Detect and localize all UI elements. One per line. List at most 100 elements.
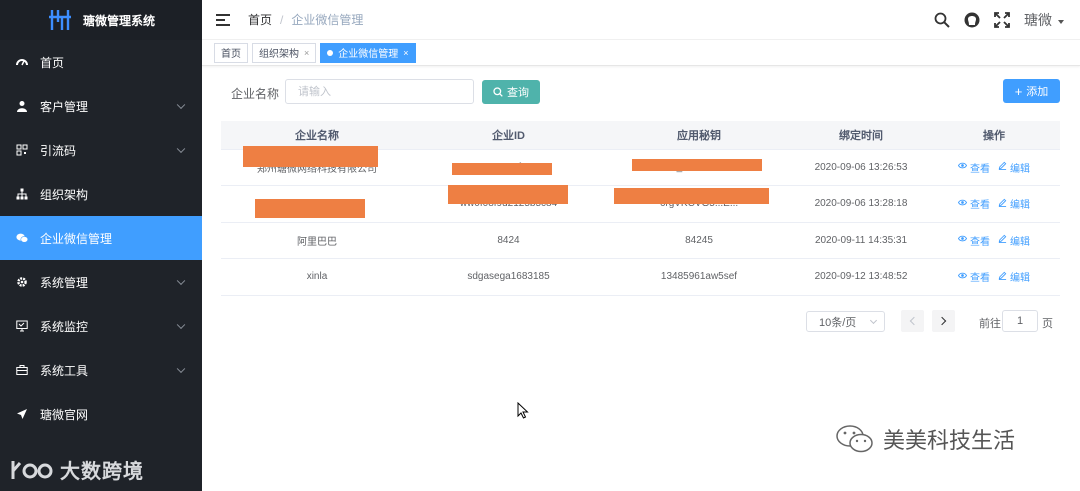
bind-time-cell: 2020-09-06 13:26:53: [794, 149, 928, 186]
add-button[interactable]: + 添加: [1003, 79, 1060, 103]
chevron-down-icon: [1058, 20, 1064, 24]
actions-cell: 查看 编辑: [928, 149, 1060, 186]
sidebar-item-label: 企业微信管理: [40, 231, 113, 246]
sidebar-item-5[interactable]: 系统管理: [0, 260, 202, 304]
view-button[interactable]: 查看: [957, 196, 990, 212]
tag-2[interactable]: 企业微信管理 ×: [320, 42, 416, 63]
chevron-down-icon: [176, 320, 186, 330]
column-header: 应用秘钥: [604, 121, 794, 150]
add-button-label: 添加: [1026, 86, 1049, 98]
sidebar-item-0[interactable]: 首页: [0, 40, 202, 84]
close-icon[interactable]: ×: [403, 48, 408, 58]
close-icon[interactable]: ×: [304, 48, 309, 58]
company-name-input[interactable]: [285, 79, 474, 104]
sidebar-item-label: 首页: [40, 55, 65, 70]
view-button[interactable]: 查看: [957, 160, 990, 175]
user-icon: [16, 100, 28, 112]
tag-0[interactable]: 首页: [214, 42, 248, 63]
page-size-select[interactable]: 10条/页: [806, 311, 885, 332]
user-menu[interactable]: 瑭微: [1024, 10, 1064, 30]
chevron-down-icon: [176, 144, 186, 154]
secret-cell: 13485961aw5sef: [604, 258, 794, 296]
bind-time-cell: 2020-09-11 14:35:31: [794, 222, 928, 259]
column-header: 操作: [928, 121, 1060, 150]
active-dot-icon: [327, 49, 334, 56]
edit-label: 编辑: [1010, 200, 1030, 212]
brand-logo-icon: [11, 460, 53, 479]
eye-icon: [957, 234, 968, 246]
column-header: 企业ID: [413, 121, 604, 150]
edit-button[interactable]: 编辑: [998, 233, 1030, 248]
tag-label: 企业微信管理: [338, 49, 399, 60]
sidebar-item-label: 引流码: [40, 143, 77, 158]
view-label: 查看: [970, 200, 990, 212]
breadcrumb: 首页 / 企业微信管理: [248, 11, 363, 28]
logo-icon: [47, 7, 73, 33]
breadcrumb-separator: /: [280, 12, 284, 27]
sidebar-item-8[interactable]: 瑭微官网: [0, 392, 202, 436]
app-title: 瑭微管理系统: [82, 13, 155, 28]
mouse-cursor-icon: [517, 401, 529, 422]
send-icon: [16, 408, 28, 420]
eye-icon: [957, 271, 968, 283]
view-label: 查看: [970, 236, 990, 248]
secret-cell: 84245: [604, 222, 794, 259]
edit-button[interactable]: 编辑: [998, 269, 1030, 284]
goto-page-input[interactable]: [1002, 310, 1038, 332]
query-button[interactable]: 查询: [482, 80, 540, 104]
dashboard-icon: [16, 56, 28, 68]
redaction-block: [614, 188, 769, 204]
sidebar-item-7[interactable]: 系统工具: [0, 348, 202, 392]
view-button[interactable]: 查看: [957, 233, 990, 248]
toolbox-icon: [16, 364, 28, 376]
edit-button[interactable]: 编辑: [998, 160, 1030, 175]
breadcrumb-current: 企业微信管理: [291, 13, 364, 27]
breadcrumb-home[interactable]: 首页: [248, 11, 272, 28]
redaction-block: [452, 163, 552, 175]
wechat-watermark-icon: [836, 425, 873, 453]
prev-page-button[interactable]: [901, 310, 924, 332]
fullscreen-icon[interactable]: [994, 12, 1010, 28]
view-label: 查看: [970, 273, 990, 285]
tag-label: 组织架构: [259, 49, 299, 60]
redaction-block: [632, 159, 762, 171]
next-page-button[interactable]: [932, 310, 955, 332]
sidebar-item-6[interactable]: 系统监控: [0, 304, 202, 348]
chevron-down-icon: [176, 364, 186, 374]
github-icon[interactable]: [964, 12, 980, 28]
corp-id-cell: 8424: [413, 222, 604, 259]
sidebar-item-3[interactable]: 组织架构: [0, 172, 202, 216]
table-row: 阿里巴巴 8424 84245 2020-09-11 14:35:31 查看 编辑: [221, 222, 1060, 259]
bind-time-cell: 2020-09-06 13:28:18: [794, 185, 928, 223]
actions-cell: 查看 编辑: [928, 258, 1060, 296]
redaction-block: [255, 199, 365, 218]
top-header: 首页 / 企业微信管理 瑭微: [202, 0, 1080, 40]
sidebar-item-4[interactable]: 企业微信管理: [0, 216, 202, 260]
sidebar-item-2[interactable]: 引流码: [0, 128, 202, 172]
page-size-value: 10条/页: [819, 316, 857, 329]
hamburger-icon[interactable]: [216, 13, 230, 26]
eye-icon: [957, 161, 968, 173]
search-icon[interactable]: [934, 12, 950, 28]
company-name-cell: xinla: [221, 258, 413, 296]
redaction-block: [243, 146, 378, 167]
edit-label: 编辑: [1010, 163, 1030, 175]
sidebar-item-label: 组织架构: [40, 187, 89, 202]
chevron-left-icon: [909, 316, 919, 326]
app-logo[interactable]: 瑭微管理系统: [0, 0, 202, 40]
column-header: 绑定时间: [794, 121, 928, 150]
wechat-icon: [16, 232, 28, 244]
sidebar-item-1[interactable]: 客户管理: [0, 84, 202, 128]
sidebar-item-label: 系统工具: [40, 363, 89, 378]
goto-suffix: 页: [1042, 318, 1053, 330]
eye-icon: [957, 198, 968, 210]
watermark-wechat: 美美科技生活: [835, 423, 1015, 455]
edit-button[interactable]: 编辑: [998, 196, 1030, 211]
tag-1[interactable]: 组织架构 ×: [252, 42, 317, 63]
gear-icon: [16, 276, 28, 288]
sidebar-item-label: 系统监控: [40, 319, 89, 334]
goto-label: 前往: [979, 318, 1001, 330]
chevron-down-icon: [176, 100, 186, 110]
view-button[interactable]: 查看: [957, 269, 990, 285]
sidebar-item-label: 系统管理: [40, 275, 89, 290]
